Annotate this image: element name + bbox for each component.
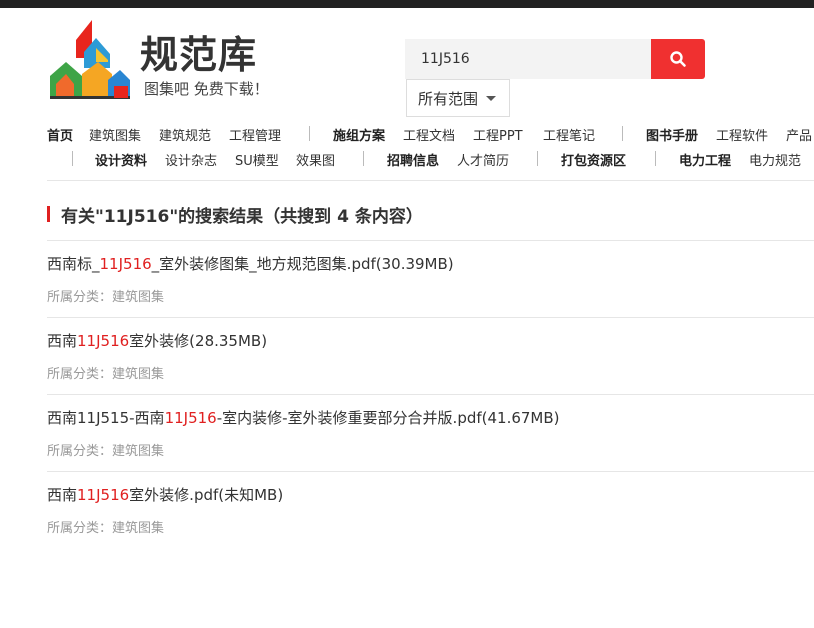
- nav-item-design-magazine[interactable]: 设计杂志: [165, 150, 217, 169]
- logo-mark-icon: [50, 20, 130, 99]
- result-title-prefix: 西南11J515-西南: [47, 409, 165, 427]
- scope-label: 所有范围: [418, 89, 479, 108]
- result-divider: [47, 240, 814, 241]
- nav-item-resumes[interactable]: 人才简历: [457, 150, 509, 169]
- search-icon: [670, 51, 686, 67]
- site-logo[interactable]: 规范库 图集吧 免费下载！: [48, 18, 278, 102]
- nav-item-bundle-resources[interactable]: 打包资源区: [561, 150, 626, 169]
- result-title[interactable]: 西南11J516室外装修.pdf(未知MB): [47, 484, 283, 505]
- chevron-down-icon: [486, 95, 497, 101]
- nav-item-specs[interactable]: 建筑规范: [159, 125, 211, 144]
- result-category: 所属分类：建筑图集: [47, 444, 165, 459]
- result-title-prefix: 西南标_: [47, 255, 100, 273]
- nav-item-notes[interactable]: 工程笔记: [543, 125, 595, 144]
- nav-item-power-engineering[interactable]: 电力工程: [679, 150, 731, 169]
- result-title-highlight: 11J516: [77, 332, 130, 350]
- result-title-suffix: 室外装修.pdf(未知MB): [129, 486, 284, 504]
- nav-item-documents[interactable]: 工程文档: [403, 125, 455, 144]
- result-divider: [47, 317, 814, 318]
- result-title-suffix: 室外装修(28.35MB): [129, 332, 268, 350]
- nav-separator: [72, 151, 73, 166]
- result-category: 所属分类：建筑图集: [47, 290, 165, 305]
- result-title-highlight: 11J516: [164, 409, 217, 427]
- results-heading-text: 有关"11J516"的搜索结果（共搜到 4 条内容）: [61, 206, 423, 227]
- scope-dropdown[interactable]: 所有范围: [406, 79, 510, 117]
- result-divider: [47, 394, 814, 395]
- result-category: 所属分类：建筑图集: [47, 367, 165, 382]
- nav-item-software[interactable]: 工程软件: [716, 125, 768, 144]
- logo-title: 规范库: [140, 33, 258, 77]
- search-button[interactable]: [651, 39, 705, 79]
- logo-slogan: 图集吧 免费下载！: [144, 80, 269, 98]
- result-title-prefix: 西南: [47, 332, 78, 350]
- top-bar: [0, 0, 814, 8]
- result-title[interactable]: 西南标_11J516_室外装修图集_地方规范图集.pdf(30.39MB): [47, 253, 454, 274]
- nav-item-products[interactable]: 产品: [786, 125, 812, 144]
- result-title-highlight: 11J516: [99, 255, 152, 273]
- result-category: 所属分类：建筑图集: [47, 521, 165, 536]
- nav-item-management[interactable]: 工程管理: [229, 125, 281, 144]
- result-title[interactable]: 西南11J516室外装修(28.35MB): [47, 330, 267, 351]
- nav-item-home[interactable]: 首页: [47, 125, 73, 144]
- nav-item-jobs[interactable]: 招聘信息: [387, 150, 439, 169]
- nav-item-books[interactable]: 图书手册: [646, 125, 698, 144]
- nav-separator: [363, 151, 364, 166]
- result-title[interactable]: 西南11J515-西南11J516-室内装修-室外装修重要部分合并版.pdf(4…: [47, 407, 560, 428]
- nav-item-construction-plan[interactable]: 施组方案: [333, 125, 385, 144]
- nav-item-renderings[interactable]: 效果图: [296, 150, 335, 169]
- nav-divider: [47, 180, 814, 181]
- heading-accent-bar: [47, 206, 50, 222]
- nav-separator: [537, 151, 538, 166]
- result-title-prefix: 西南: [47, 486, 78, 504]
- nav-separator: [309, 126, 310, 141]
- search-input[interactable]: 11J516: [405, 39, 651, 79]
- nav-item-su-model[interactable]: SU模型: [235, 150, 279, 169]
- search-query: 11J516: [421, 51, 470, 67]
- nav-item-ppt[interactable]: 工程PPT: [473, 125, 523, 144]
- result-title-suffix: _室外装修图集_地方规范图集.pdf(30.39MB): [151, 255, 454, 273]
- nav-separator: [622, 126, 623, 141]
- result-title-suffix: -室内装修-室外装修重要部分合并版.pdf(41.67MB): [216, 409, 560, 427]
- nav-item-design-data[interactable]: 设计资料: [95, 150, 147, 169]
- result-title-highlight: 11J516: [77, 486, 130, 504]
- nav-separator: [655, 151, 656, 166]
- result-divider: [47, 471, 814, 472]
- nav-item-atlas[interactable]: 建筑图集: [89, 125, 141, 144]
- nav-item-power-specs[interactable]: 电力规范: [749, 150, 801, 169]
- results-heading: 有关"11J516"的搜索结果（共搜到 4 条内容）: [47, 204, 423, 227]
